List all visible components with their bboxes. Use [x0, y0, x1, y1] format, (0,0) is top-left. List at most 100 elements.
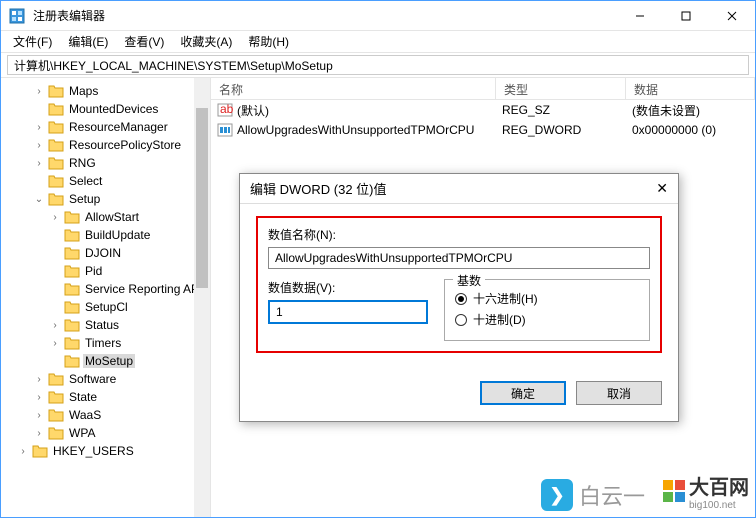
folder-icon — [64, 264, 80, 278]
tree-item-label: Pid — [83, 264, 104, 278]
menu-view[interactable]: 查看(V) — [116, 31, 172, 52]
tree-item-wpa[interactable]: WPA — [1, 424, 210, 442]
folder-icon — [48, 372, 64, 386]
tree-item-label: BuildUpdate — [83, 228, 152, 242]
chevron-icon[interactable] — [49, 320, 61, 331]
chevron-icon[interactable] — [49, 338, 61, 349]
tree-item-rng[interactable]: RNG — [1, 154, 210, 172]
tree-item-maps[interactable]: Maps — [1, 82, 210, 100]
tree-item-timers[interactable]: Timers — [1, 334, 210, 352]
tree-item-label: Maps — [67, 84, 100, 98]
radio-hex[interactable]: 十六进制(H) — [455, 290, 639, 307]
folder-icon — [48, 84, 64, 98]
folder-icon — [64, 228, 80, 242]
tree-item-label: Timers — [83, 336, 123, 350]
value-data-label: 数值数据(V): — [268, 279, 428, 296]
edit-dword-dialog: 编辑 DWORD (32 位)值 ✕ 数值名称(N): 数值数据(V): 基数 … — [239, 173, 679, 422]
tree-item-select[interactable]: Select — [1, 172, 210, 190]
tree-item-allowstart[interactable]: AllowStart — [1, 208, 210, 226]
menu-file[interactable]: 文件(F) — [5, 31, 60, 52]
tree-item-waas[interactable]: WaaS — [1, 406, 210, 424]
tree-item-resourcemanager[interactable]: ResourceManager — [1, 118, 210, 136]
tree-item-service-reporting-api[interactable]: Service Reporting API — [1, 280, 210, 298]
chevron-icon[interactable] — [17, 446, 29, 457]
chevron-icon[interactable] — [33, 374, 45, 385]
tree-item-mosetup[interactable]: MoSetup — [1, 352, 210, 370]
tree-item-resourcepolicystore[interactable]: ResourcePolicyStore — [1, 136, 210, 154]
col-name[interactable]: 名称 — [211, 78, 496, 99]
radio-hex-button[interactable] — [455, 293, 467, 305]
address-input[interactable] — [7, 55, 749, 75]
folder-icon — [48, 120, 64, 134]
value-icon — [217, 122, 233, 138]
watermark-1: ❯ 白云一 — [541, 479, 645, 511]
menu-favorites[interactable]: 收藏夹(A) — [172, 31, 240, 52]
col-data[interactable]: 数据 — [626, 78, 755, 99]
chevron-icon[interactable] — [33, 158, 45, 169]
chevron-icon[interactable] — [33, 140, 45, 151]
chevron-icon[interactable] — [33, 122, 45, 133]
radio-dec-button[interactable] — [455, 314, 467, 326]
cancel-button[interactable]: 取消 — [576, 381, 662, 405]
chevron-icon[interactable] — [33, 194, 45, 205]
menu-edit[interactable]: 编辑(E) — [60, 31, 116, 52]
ok-button[interactable]: 确定 — [480, 381, 566, 405]
value-data-input[interactable] — [268, 300, 428, 324]
close-button[interactable] — [709, 1, 755, 31]
list-row[interactable]: ab(默认)REG_SZ(数值未设置) — [211, 100, 755, 120]
regedit-icon — [9, 8, 25, 24]
folder-icon — [48, 174, 64, 188]
radio-hex-label: 十六进制(H) — [473, 290, 538, 307]
chevron-icon[interactable] — [33, 410, 45, 421]
tree-item-hkey-users[interactable]: HKEY_USERS — [1, 442, 210, 460]
tree-item-label: MountedDevices — [67, 102, 160, 116]
folder-icon — [48, 426, 64, 440]
radio-dec-label: 十进制(D) — [473, 311, 526, 328]
tree-item-label: HKEY_USERS — [51, 444, 136, 458]
tree-item-mounteddevices[interactable]: MountedDevices — [1, 100, 210, 118]
tree-item-state[interactable]: State — [1, 388, 210, 406]
radio-dec[interactable]: 十进制(D) — [455, 311, 639, 328]
address-bar — [1, 53, 755, 78]
value-data: (数值未设置) — [626, 100, 755, 121]
chevron-icon[interactable] — [49, 212, 61, 223]
tree-item-setupcl[interactable]: SetupCl — [1, 298, 210, 316]
tree-item-setup[interactable]: Setup — [1, 190, 210, 208]
list-header: 名称 类型 数据 — [211, 78, 755, 100]
radix-legend: 基数 — [453, 272, 485, 289]
window-titlebar: 注册表编辑器 — [1, 1, 755, 31]
value-type: REG_SZ — [496, 101, 626, 119]
tree-item-label: ResourcePolicyStore — [67, 138, 183, 152]
chevron-icon[interactable] — [33, 86, 45, 97]
minimize-button[interactable] — [617, 1, 663, 31]
maximize-button[interactable] — [663, 1, 709, 31]
tree-item-djoin[interactable]: DJOIN — [1, 244, 210, 262]
folder-icon — [64, 318, 80, 332]
list-row[interactable]: AllowUpgradesWithUnsupportedTPMOrCPUREG_… — [211, 120, 755, 140]
menu-bar: 文件(F) 编辑(E) 查看(V) 收藏夹(A) 帮助(H) — [1, 31, 755, 53]
dialog-highlight-box: 数值名称(N): 数值数据(V): 基数 十六进制(H) 十进制(D) — [256, 216, 662, 353]
folder-icon — [64, 282, 80, 296]
radix-fieldset: 基数 十六进制(H) 十进制(D) — [444, 279, 650, 341]
tree-item-status[interactable]: Status — [1, 316, 210, 334]
tree-item-pid[interactable]: Pid — [1, 262, 210, 280]
dialog-close-icon[interactable]: ✕ — [656, 180, 668, 197]
folder-icon — [48, 138, 64, 152]
value-icon: ab — [217, 102, 233, 118]
tree-item-label: SetupCl — [83, 300, 130, 314]
tree-item-label: Software — [67, 372, 118, 386]
folder-icon — [64, 246, 80, 260]
tree-item-software[interactable]: Software — [1, 370, 210, 388]
tree-pane: Maps MountedDevices ResourceManager Resourc… — [1, 78, 211, 517]
value-name: AllowUpgradesWithUnsupportedTPMOrCPU — [237, 123, 474, 137]
chevron-icon[interactable] — [33, 428, 45, 439]
col-type[interactable]: 类型 — [496, 78, 626, 99]
folder-icon — [48, 102, 64, 116]
tree-item-label: WPA — [67, 426, 97, 440]
menu-help[interactable]: 帮助(H) — [240, 31, 297, 52]
folder-icon — [64, 300, 80, 314]
tree-item-buildupdate[interactable]: BuildUpdate — [1, 226, 210, 244]
chevron-icon[interactable] — [33, 392, 45, 403]
value-name-input[interactable] — [268, 247, 650, 269]
tree-scrollbar[interactable] — [194, 78, 210, 517]
